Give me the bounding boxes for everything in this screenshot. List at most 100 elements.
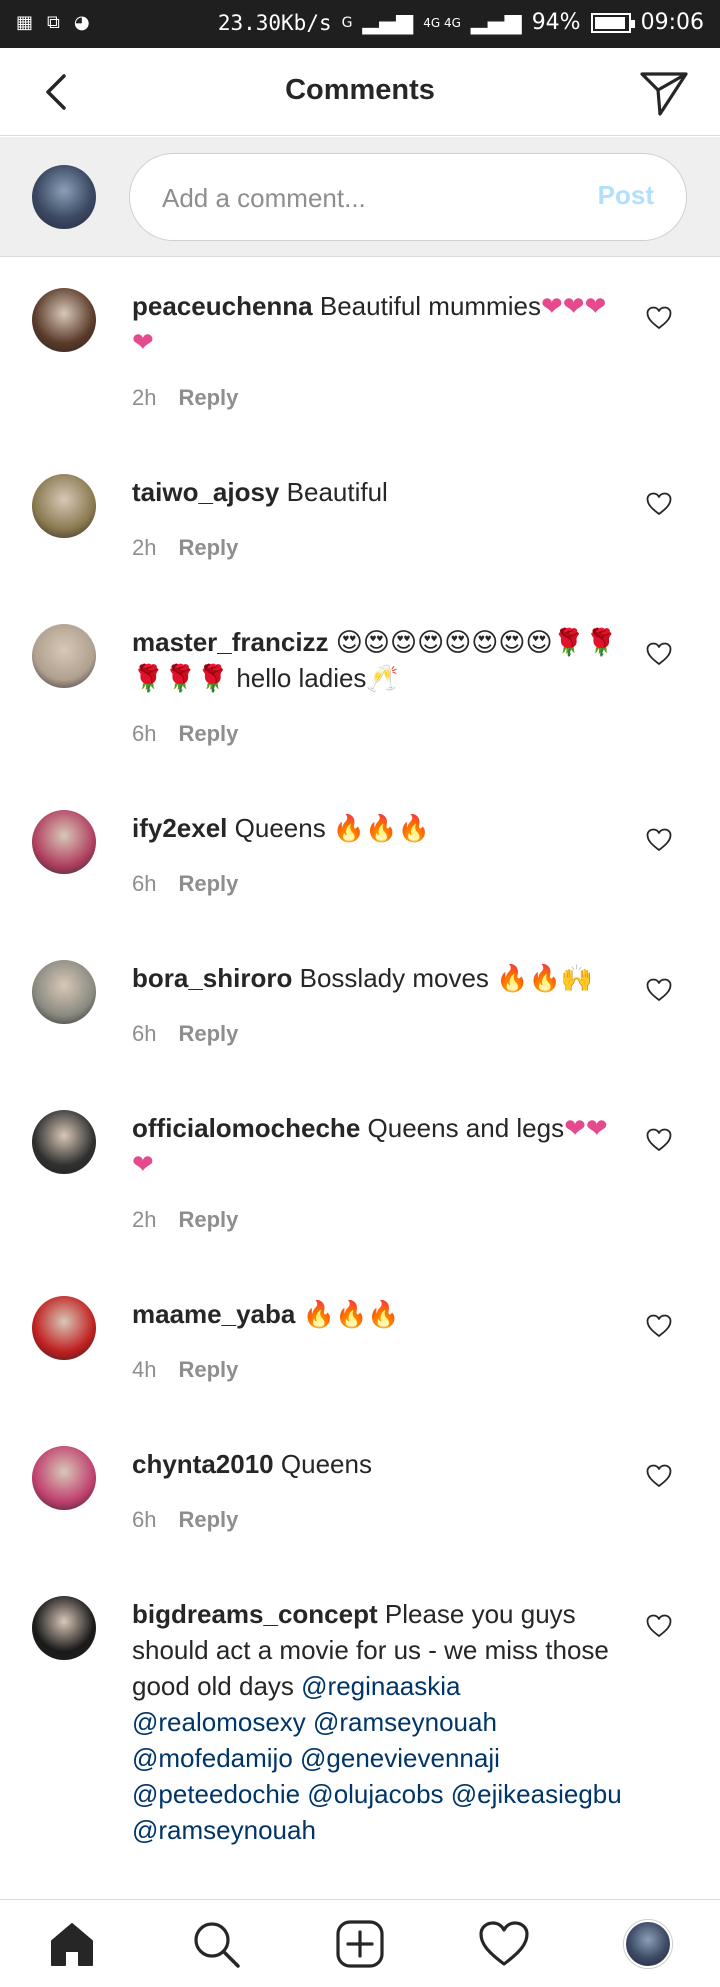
signal-1-label: G <box>341 14 353 31</box>
comment-meta: 2h Reply <box>132 1202 720 1238</box>
comment-content: Bosslady moves 🔥🔥🙌 <box>299 963 594 993</box>
nav-profile[interactable] <box>618 1914 678 1974</box>
like-heart-icon[interactable] <box>646 1314 672 1338</box>
reply-button[interactable]: Reply <box>178 721 238 746</box>
network-speed: 23.30Kb/s <box>217 10 332 35</box>
like-heart-icon[interactable] <box>646 828 672 852</box>
signal-bars-1-icon: ▂▄▆ <box>362 10 414 35</box>
comment-row: taiwo_ajosy Beautiful 2h Reply <box>0 444 720 594</box>
comment-username[interactable]: taiwo_ajosy <box>132 477 279 507</box>
comment-timestamp: 2h <box>132 535 157 560</box>
comment-row: peaceuchenna Beautiful mummies❤❤❤❤ 2h Repl… <box>0 258 720 444</box>
comment-text: master_francizz 😍😍😍😍😍😍😍😍🌹🌹🌹🌹🌹 hello ladi… <box>132 594 622 696</box>
comment-row: officialomocheche Queens and legs❤❤❤ 2h Re… <box>0 1080 720 1266</box>
like-heart-icon[interactable] <box>646 1614 672 1638</box>
comment-input[interactable] <box>162 178 562 218</box>
comment-text: maame_yaba 🔥🔥🔥 <box>132 1266 622 1332</box>
nav-new-post[interactable] <box>330 1914 390 1974</box>
comment-timestamp: 2h <box>132 385 157 410</box>
comment-meta: 4h Reply <box>132 1352 720 1388</box>
signal-2-label: 4G 4G <box>423 15 461 30</box>
comment-row: bigdreams_concept Please you guys should… <box>0 1566 720 1866</box>
like-heart-icon[interactable] <box>646 642 672 666</box>
nav-activity[interactable] <box>474 1914 534 1974</box>
comment-meta: 2h Reply <box>132 380 720 416</box>
comment-row: ify2exel Queens 🔥🔥🔥 6h Reply <box>0 780 720 930</box>
commenter-avatar[interactable] <box>32 288 96 352</box>
direct-send-icon[interactable] <box>638 66 690 118</box>
comment-content: Queens 🔥🔥🔥 <box>234 813 431 843</box>
commenter-avatar[interactable] <box>32 624 96 688</box>
comment-input-wrapper[interactable]: Post <box>129 153 687 241</box>
post-button[interactable]: Post <box>598 180 654 211</box>
like-heart-icon[interactable] <box>646 1128 672 1152</box>
comment-timestamp: 2h <box>132 1207 157 1232</box>
chat-icon: ◕ <box>73 12 90 33</box>
comment-username[interactable]: peaceuchenna <box>132 291 313 321</box>
comment-content: Beautiful <box>286 477 388 507</box>
qr-scan-icon: ▦ <box>16 12 34 33</box>
like-heart-icon[interactable] <box>646 978 672 1002</box>
comment-username[interactable]: master_francizz <box>132 627 329 657</box>
app-header: Comments <box>0 48 720 136</box>
battery-percent: 94% <box>531 10 581 35</box>
comment-username[interactable]: officialomocheche <box>132 1113 360 1143</box>
nav-search[interactable] <box>186 1914 246 1974</box>
add-post-icon <box>336 1920 384 1968</box>
comment-row: master_francizz 😍😍😍😍😍😍😍😍🌹🌹🌹🌹🌹 hello ladi… <box>0 594 720 780</box>
reply-button[interactable]: Reply <box>178 1357 238 1382</box>
comment-meta: 6h Reply <box>132 866 720 902</box>
comment-timestamp: 6h <box>132 1507 157 1532</box>
comment-timestamp: 6h <box>132 721 157 746</box>
heart-outline-icon <box>479 1921 529 1966</box>
commenter-avatar[interactable] <box>32 1596 96 1660</box>
comment-text: peaceuchenna Beautiful mummies❤❤❤❤ <box>132 258 622 360</box>
comment-row: chynta2010 Queens 6h Reply <box>0 1416 720 1566</box>
commenter-avatar[interactable] <box>32 810 96 874</box>
reply-button[interactable]: Reply <box>178 535 238 560</box>
battery-icon <box>590 12 635 33</box>
comment-username[interactable]: bora_shiroro <box>132 963 292 993</box>
commenter-avatar[interactable] <box>32 960 96 1024</box>
comment-row: maame_yaba 🔥🔥🔥 4h Reply <box>0 1266 720 1416</box>
like-heart-icon[interactable] <box>646 492 672 516</box>
comment-text: ify2exel Queens 🔥🔥🔥 <box>132 780 622 846</box>
comment-text: taiwo_ajosy Beautiful <box>132 444 622 510</box>
comment-username[interactable]: bigdreams_concept <box>132 1599 378 1629</box>
comment-text: bora_shiroro Bosslady moves 🔥🔥🙌 <box>132 930 622 996</box>
clock: 09:06 <box>640 10 704 35</box>
commenter-avatar[interactable] <box>32 1110 96 1174</box>
my-avatar[interactable] <box>32 165 96 229</box>
comment-username[interactable]: chynta2010 <box>132 1449 274 1479</box>
comment-timestamp: 6h <box>132 871 157 896</box>
comment-meta: 6h Reply <box>132 1016 720 1052</box>
nav-home[interactable] <box>42 1914 102 1974</box>
reply-button[interactable]: Reply <box>178 1507 238 1532</box>
like-heart-icon[interactable] <box>646 1464 672 1488</box>
commenter-avatar[interactable] <box>32 1296 96 1360</box>
search-icon <box>194 1922 240 1968</box>
like-heart-icon[interactable] <box>646 306 672 330</box>
comment-username[interactable]: maame_yaba <box>132 1299 295 1329</box>
comment-composer: Post <box>0 137 720 257</box>
reply-button[interactable]: Reply <box>178 1207 238 1232</box>
commenter-avatar[interactable] <box>32 1446 96 1510</box>
comment-meta: 6h Reply <box>132 1502 720 1538</box>
status-icons-left: ▦ ⧉ ◕ <box>16 12 90 33</box>
reply-button[interactable]: Reply <box>178 385 238 410</box>
comment-meta: 6h Reply <box>132 716 720 752</box>
comment-text: bigdreams_concept Please you guys should… <box>132 1566 622 1848</box>
comment-meta: 2h Reply <box>132 530 720 566</box>
profile-avatar <box>624 1920 672 1968</box>
comment-username[interactable]: ify2exel <box>132 813 227 843</box>
reply-button[interactable]: Reply <box>178 871 238 896</box>
screenshot-icon: ⧉ <box>47 12 60 33</box>
comments-list: peaceuchenna Beautiful mummies❤❤❤❤ 2h Repl… <box>0 258 720 1866</box>
comment-timestamp: 4h <box>132 1357 157 1382</box>
home-icon <box>51 1923 93 1966</box>
comment-row: bora_shiroro Bosslady moves 🔥🔥🙌 6h Reply <box>0 930 720 1080</box>
comment-text: chynta2010 Queens <box>132 1416 622 1482</box>
reply-button[interactable]: Reply <box>178 1021 238 1046</box>
commenter-avatar[interactable] <box>32 474 96 538</box>
comment-text: officialomocheche Queens and legs❤❤❤ <box>132 1080 622 1182</box>
